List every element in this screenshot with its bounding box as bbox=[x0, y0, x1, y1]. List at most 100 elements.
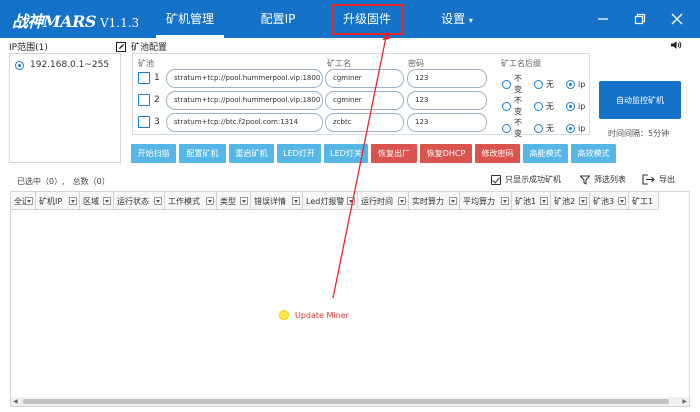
column-header[interactable]: 矿工1 bbox=[629, 192, 659, 210]
col-worker-label: 矿工名 bbox=[327, 59, 351, 68]
column-header-label: 类型 bbox=[220, 196, 236, 206]
edit-icon[interactable] bbox=[116, 41, 126, 52]
column-header-label: 错误详情 bbox=[254, 196, 286, 206]
auto-monitor-button[interactable]: 自动监控矿机 bbox=[599, 81, 681, 119]
high-power-mode-button[interactable]: 高能模式 bbox=[523, 144, 568, 163]
column-header[interactable]: 矿池2 bbox=[551, 192, 590, 210]
nav-miner-management[interactable]: 矿机管理 bbox=[156, 0, 224, 38]
pool-row-checkbox[interactable] bbox=[138, 94, 150, 106]
pool-row-checkbox[interactable] bbox=[138, 116, 150, 128]
column-header[interactable]: 工作模式 bbox=[165, 192, 217, 210]
suffix-radio-ip[interactable] bbox=[566, 123, 575, 133]
active-tab-indicator bbox=[156, 35, 224, 38]
minimize-icon bbox=[598, 18, 608, 20]
suffix-radio-unchanged[interactable] bbox=[502, 101, 511, 111]
chevron-down-icon[interactable] bbox=[25, 197, 33, 205]
factory-reset-button[interactable]: 恢复出厂 bbox=[371, 144, 417, 163]
version-label: V1.1.3 bbox=[99, 16, 140, 30]
minimize-button[interactable] bbox=[592, 8, 614, 30]
column-header-label: Led灯报警 bbox=[306, 196, 345, 206]
column-header[interactable]: 类型 bbox=[217, 192, 251, 210]
chevron-down-icon[interactable] bbox=[449, 197, 457, 205]
brand: 战神MARS V1.1.3 bbox=[12, 8, 139, 32]
only-success-toggle[interactable]: 只显示成功矿机 bbox=[491, 174, 561, 185]
checkbox-checked-icon[interactable] bbox=[491, 174, 501, 185]
chevron-down-icon[interactable] bbox=[206, 197, 214, 205]
pool-config-header: 矿池配置 bbox=[116, 40, 167, 53]
chevron-down-icon[interactable] bbox=[579, 197, 587, 205]
col-password-label: 密码 bbox=[408, 59, 424, 68]
password-input[interactable]: 123 bbox=[407, 113, 487, 132]
column-header-label: 运行状态 bbox=[117, 196, 149, 206]
password-input[interactable]: 123 bbox=[407, 69, 487, 88]
led-off-button[interactable]: LED灯关 bbox=[324, 144, 368, 163]
chevron-down-icon[interactable] bbox=[69, 197, 77, 205]
pool-url-input[interactable]: stratum+tcp://pool.hummerpool.vip:1800 bbox=[166, 69, 323, 88]
ip-range-item[interactable]: 192.168.0.1~255 bbox=[15, 60, 109, 70]
password-input[interactable]: 123 bbox=[407, 91, 487, 110]
worker-name-input[interactable]: cgminer bbox=[325, 91, 404, 110]
nav-settings[interactable]: 设置 ▾ bbox=[432, 0, 482, 38]
cursor-dot-icon bbox=[279, 310, 289, 320]
chevron-down-icon[interactable] bbox=[618, 197, 626, 205]
scroll-right-icon[interactable]: ▶ bbox=[682, 398, 687, 405]
suffix-radio-unchanged[interactable] bbox=[502, 79, 511, 89]
suffix-radio-none[interactable] bbox=[534, 123, 543, 133]
suffix-radio-ip[interactable] bbox=[566, 79, 575, 89]
chevron-down-icon[interactable] bbox=[292, 197, 300, 205]
pool-url-input[interactable]: stratum+tcp://pool.hummerpool.vip:1800 bbox=[166, 91, 323, 110]
column-header[interactable]: 错误详情 bbox=[251, 192, 303, 210]
ip-range-radio[interactable] bbox=[15, 60, 24, 70]
pool-url-input[interactable]: stratum+tcp://btc.f2pool.com:1314 bbox=[166, 113, 323, 132]
restore-button[interactable] bbox=[629, 8, 651, 30]
column-header-label: 实时算力 bbox=[412, 196, 444, 206]
column-header[interactable]: 矿机IP bbox=[36, 192, 80, 210]
chevron-down-icon[interactable] bbox=[103, 197, 111, 205]
chevron-down-icon[interactable] bbox=[154, 197, 162, 205]
chevron-down-icon[interactable] bbox=[398, 197, 406, 205]
column-header-label: 矿工1 bbox=[632, 196, 654, 206]
chevron-down-icon[interactable] bbox=[540, 197, 548, 205]
change-password-button[interactable]: 修改密码 bbox=[475, 144, 520, 163]
close-button[interactable] bbox=[666, 8, 688, 30]
suffix-radio-ip[interactable] bbox=[566, 101, 575, 111]
export-button[interactable]: 导出 bbox=[642, 174, 675, 185]
column-header[interactable]: 矿池1 bbox=[512, 192, 551, 210]
filter-list-button[interactable]: 筛选列表 bbox=[580, 174, 626, 185]
suffix-option-label: 不变 bbox=[514, 96, 522, 116]
column-header[interactable]: 实时算力 bbox=[409, 192, 460, 210]
suffix-radio-none[interactable] bbox=[534, 79, 543, 89]
scrollbar-thumb[interactable] bbox=[23, 399, 669, 404]
suffix-radio-unchanged[interactable] bbox=[502, 123, 511, 133]
column-header[interactable]: 运行状态 bbox=[114, 192, 165, 210]
worker-name-input[interactable]: zcbtc bbox=[325, 113, 404, 132]
column-header[interactable]: 平均算力 bbox=[460, 192, 512, 210]
restore-icon bbox=[634, 13, 646, 25]
restore-dhcp-button[interactable]: 恢复DHCP bbox=[420, 144, 472, 163]
column-header[interactable]: Led灯报警 bbox=[303, 192, 358, 210]
speaker-icon[interactable] bbox=[670, 40, 682, 50]
worker-name-input[interactable]: cgminer bbox=[325, 69, 404, 88]
selected-count: 已选中（0）, bbox=[17, 177, 65, 186]
nav-config-ip[interactable]: 配置IP bbox=[248, 0, 308, 38]
column-header[interactable]: 矿池3 bbox=[590, 192, 629, 210]
pool-row-checkbox[interactable] bbox=[138, 72, 150, 84]
chevron-down-icon[interactable] bbox=[240, 197, 248, 205]
horizontal-scrollbar[interactable]: ◀ ▶ bbox=[11, 397, 689, 406]
pool-config-panel: 矿池 矿工名 密码 矿工名后缀 1 stratum+tcp://pool.hum… bbox=[132, 53, 590, 138]
scroll-left-icon[interactable]: ◀ bbox=[13, 398, 18, 405]
restart-miner-button[interactable]: 重启矿机 bbox=[229, 144, 274, 163]
high-efficiency-mode-button[interactable]: 高效模式 bbox=[571, 144, 616, 163]
chevron-down-icon[interactable] bbox=[501, 197, 509, 205]
led-on-button[interactable]: LED灯开 bbox=[277, 144, 321, 163]
column-header-label: 运行时间 bbox=[361, 196, 393, 206]
column-header-select-all[interactable]: 全选 bbox=[11, 192, 36, 210]
start-scan-button[interactable]: 开始扫描 bbox=[131, 144, 176, 163]
chevron-down-icon[interactable] bbox=[347, 197, 355, 205]
export-label: 导出 bbox=[659, 175, 675, 184]
config-miner-button[interactable]: 配置矿机 bbox=[179, 144, 226, 163]
column-header[interactable]: 区域 bbox=[80, 192, 114, 210]
column-header[interactable]: 运行时间 bbox=[358, 192, 409, 210]
filter-icon bbox=[580, 175, 590, 185]
suffix-radio-none[interactable] bbox=[534, 101, 543, 111]
